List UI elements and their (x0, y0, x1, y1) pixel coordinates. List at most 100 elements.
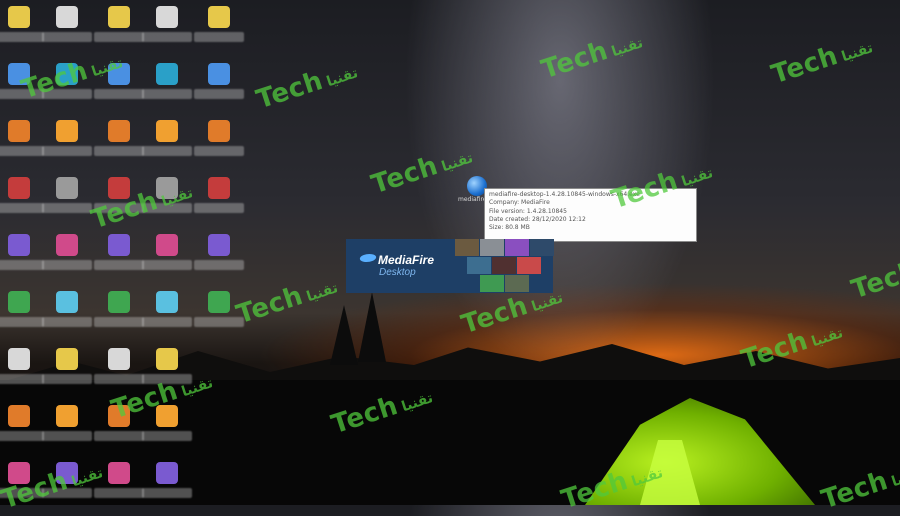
app-icon (156, 234, 178, 256)
desktop-icon[interactable] (94, 289, 144, 345)
tooltip-filename: mediafire-desktop-1.4.28.10845-windows-x… (489, 191, 640, 198)
desktop-icon[interactable] (0, 118, 44, 174)
app-icon (8, 177, 30, 199)
app-icon (208, 63, 230, 85)
desktop-icon[interactable] (142, 175, 192, 231)
site-watermark: Techتقنيا (232, 280, 341, 331)
app-icon (208, 177, 230, 199)
app-icon (8, 405, 30, 427)
desktop-icon-label (0, 260, 44, 270)
banner-tile-mosaic (455, 239, 554, 293)
desktop-icon-label (142, 374, 192, 384)
desktop-icon-label (0, 203, 44, 213)
desktop-icon-label (142, 431, 192, 441)
desktop-icon[interactable] (0, 61, 44, 117)
desktop-icon-label (142, 317, 192, 327)
desktop-icon[interactable] (42, 232, 92, 288)
app-icon (56, 177, 78, 199)
desktop-icon[interactable] (94, 61, 144, 117)
desktop-icon-label (194, 317, 244, 327)
desktop-icon[interactable] (0, 232, 44, 288)
desktop-icon[interactable] (42, 175, 92, 231)
desktop-icon[interactable] (194, 4, 244, 60)
app-icon (208, 234, 230, 256)
desktop-icon-label (42, 488, 92, 498)
desktop-icon-label (94, 32, 144, 42)
desktop-icon[interactable] (142, 4, 192, 60)
desktop-icon[interactable] (0, 289, 44, 345)
app-icon (56, 405, 78, 427)
desktop-icon-label (94, 260, 144, 270)
desktop-icon[interactable] (0, 346, 44, 402)
desktop-icon[interactable] (94, 460, 144, 516)
app-icon (208, 6, 230, 28)
desktop-icon[interactable] (0, 460, 44, 516)
desktop-icon-label (142, 260, 192, 270)
desktop-icon[interactable] (94, 346, 144, 402)
tooltip-file-version: File version: 1.4.28.10845 (489, 207, 567, 215)
desktop-icon[interactable] (94, 175, 144, 231)
desktop-icon[interactable] (94, 403, 144, 459)
desktop-icon-label (142, 89, 192, 99)
app-icon (156, 291, 178, 313)
desktop-icon-label (194, 260, 244, 270)
app-icon (156, 177, 178, 199)
desktop-icon-label (194, 203, 244, 213)
app-icon (156, 6, 178, 28)
app-icon (56, 291, 78, 313)
desktop-icon[interactable] (42, 118, 92, 174)
app-icon (108, 177, 130, 199)
desktop-icon-label (42, 260, 92, 270)
file-info-tooltip: mediafire-desktop-1.4.28.10845-windows-x… (484, 188, 697, 242)
desktop-icon[interactable] (194, 232, 244, 288)
desktop-icon[interactable] (142, 61, 192, 117)
app-icon (56, 6, 78, 28)
desktop-icon-label (0, 488, 44, 498)
desktop-icon-label (94, 431, 144, 441)
desktop-icon[interactable] (142, 346, 192, 402)
desktop-icon-label (0, 89, 44, 99)
app-icon (108, 462, 130, 484)
desktop-icon-label (0, 317, 44, 327)
desktop-icon[interactable] (42, 460, 92, 516)
desktop-icon[interactable] (94, 4, 144, 60)
desktop-icon[interactable] (142, 232, 192, 288)
desktop-icon[interactable] (0, 4, 44, 60)
desktop-icon[interactable] (142, 289, 192, 345)
app-icon (156, 405, 178, 427)
image-tile-icon (480, 275, 504, 292)
desktop-icon[interactable] (42, 403, 92, 459)
desktop-icon[interactable] (0, 175, 44, 231)
desktop-icon-label (42, 203, 92, 213)
desktop-icon[interactable] (194, 61, 244, 117)
desktop-icon[interactable] (94, 232, 144, 288)
app-icon (108, 6, 130, 28)
app-icon (8, 63, 30, 85)
desktop-icon[interactable] (142, 460, 192, 516)
desktop-icon[interactable] (42, 4, 92, 60)
tooltip-size: Size: 80.8 MB (489, 224, 530, 232)
desktop-icon-label (42, 431, 92, 441)
desktop-icon[interactable] (42, 61, 92, 117)
banner-brand: MediaFire (378, 253, 435, 267)
music-tile-icon (505, 239, 529, 256)
app-icon (156, 120, 178, 142)
banner-brand-area: MediaFire Desktop (346, 239, 456, 293)
app-icon (8, 462, 30, 484)
desktop-icon[interactable] (142, 118, 192, 174)
app-icon (156, 348, 178, 370)
desktop-icon[interactable] (194, 289, 244, 345)
desktop-icon[interactable] (194, 118, 244, 174)
app-icon (8, 348, 30, 370)
desktop-icon-label (0, 146, 44, 156)
desktop-icon-label (94, 374, 144, 384)
desktop-icon[interactable] (42, 346, 92, 402)
desktop-icon[interactable] (42, 289, 92, 345)
desktop-icon[interactable] (0, 403, 44, 459)
desktop-icon-label (42, 317, 92, 327)
desktop-icon[interactable] (142, 403, 192, 459)
app-icon (108, 234, 130, 256)
desktop-icon[interactable] (194, 175, 244, 231)
tooltip-date-created: Date created: 28/12/2020 12:12 (489, 215, 586, 223)
desktop-icon[interactable] (94, 118, 144, 174)
